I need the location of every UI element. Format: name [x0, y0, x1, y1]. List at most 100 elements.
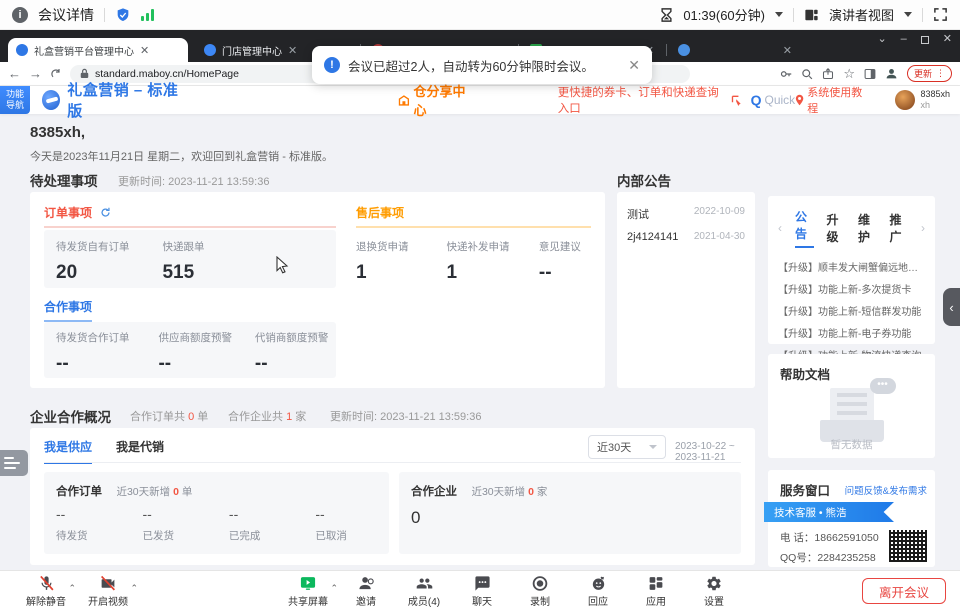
- sidebar-collapse-handle[interactable]: ‹: [943, 288, 960, 326]
- quick-search[interactable]: Q Quick: [751, 92, 796, 108]
- key-icon[interactable]: [780, 68, 792, 80]
- tab-close-icon[interactable]: ✕: [288, 44, 297, 57]
- tutorial-link[interactable]: 系统使用教程: [795, 84, 867, 116]
- meeting-info-icon[interactable]: i: [12, 7, 28, 23]
- stat-value: --: [142, 506, 224, 522]
- reactions-button[interactable]: 回应: [570, 575, 626, 608]
- empty-text: 暂无数据: [768, 437, 935, 452]
- notice-tab-announce[interactable]: 公告: [795, 208, 814, 248]
- stat-label: 快递跟单: [162, 239, 204, 254]
- announcement-date: 2022-10-09: [694, 206, 745, 222]
- view-mode-label[interactable]: 演讲者视图: [829, 5, 894, 24]
- tab-favicon: [678, 44, 690, 56]
- notice-tab-maintain[interactable]: 维护: [858, 211, 877, 245]
- notice-item[interactable]: 【升级】功能上新-电子券功能: [778, 325, 925, 340]
- invite-button[interactable]: 邀请: [338, 575, 394, 608]
- timer-dropdown-icon[interactable]: [775, 12, 783, 17]
- stat-label: 快递补发申请: [446, 239, 534, 254]
- menu-dots-icon: ⋮: [936, 68, 945, 79]
- user-chip[interactable]: 8385xh xh: [895, 89, 950, 111]
- restore-down-icon[interactable]: ⌄: [877, 34, 886, 45]
- browser-tab-active[interactable]: 礼盒营销平台管理中心 ✕: [8, 38, 188, 62]
- announcement-text: 2j4124141: [627, 231, 678, 243]
- tab-close-icon[interactable]: ✕: [783, 44, 792, 57]
- shield-check-icon[interactable]: [115, 7, 131, 23]
- apps-button[interactable]: 应用: [628, 575, 684, 608]
- announcement-date: 2021-04-30: [694, 231, 745, 243]
- settings-button[interactable]: 设置: [686, 575, 742, 608]
- sidepanel-icon[interactable]: [864, 68, 876, 80]
- share-center-link[interactable]: 仓分享中心: [398, 81, 473, 119]
- pending-updated: 更新时间: 2023-11-21 13:59:36: [118, 173, 269, 189]
- toast-close-icon[interactable]: ✕: [628, 57, 640, 74]
- notice-item[interactable]: 【升级】功能上新-多次提货卡: [778, 281, 925, 296]
- help-title: 帮助文档: [780, 364, 830, 383]
- chrome-update-button[interactable]: 更新 ⋮: [907, 65, 952, 82]
- network-signal-icon[interactable]: [141, 9, 154, 21]
- stat-value[interactable]: 1: [356, 262, 442, 284]
- members-button[interactable]: 成员(4): [396, 575, 452, 608]
- record-icon: [531, 575, 549, 592]
- meeting-details-label[interactable]: 会议详情: [38, 5, 94, 25]
- maximize-icon[interactable]: [921, 36, 929, 44]
- stat-value[interactable]: --: [56, 353, 148, 375]
- zoom-icon[interactable]: [801, 68, 813, 80]
- video-options-icon[interactable]: ⌃: [130, 583, 138, 594]
- close-window-icon[interactable]: ✕: [943, 34, 952, 45]
- chat-button[interactable]: 聊天: [454, 575, 510, 608]
- stat-value[interactable]: --: [539, 262, 581, 284]
- share-icon[interactable]: [822, 68, 834, 80]
- tab-close-icon[interactable]: ✕: [140, 44, 149, 57]
- start-video-button[interactable]: 开启视频 ⌃: [80, 575, 136, 608]
- select-arrow-icon: [649, 445, 657, 449]
- stat-value[interactable]: 515: [162, 262, 204, 284]
- feedback-link[interactable]: 问题反馈&发布需求: [845, 483, 927, 497]
- stat-value[interactable]: 20: [56, 262, 148, 284]
- tab-i-am-supplier[interactable]: 我是供应: [44, 438, 92, 464]
- coop-tab[interactable]: 合作事项: [44, 298, 92, 322]
- bookmark-star-icon[interactable]: ☆: [843, 66, 855, 82]
- leave-meeting-button[interactable]: 离开会议: [862, 578, 946, 604]
- announcement-item[interactable]: 测试 2022-10-09: [627, 206, 745, 222]
- tab-i-am-agent[interactable]: 我是代销: [116, 438, 164, 464]
- stat-label: 已发货: [142, 528, 224, 543]
- share-screen-button[interactable]: 共享屏幕 ⌃: [280, 575, 336, 608]
- profile-icon[interactable]: [885, 67, 898, 80]
- notice-item[interactable]: 【升级】功能上新-短信群发功能: [778, 303, 925, 318]
- tabs-prev-icon[interactable]: ‹: [778, 221, 782, 235]
- stat-label: 供应商额度预警: [158, 330, 250, 345]
- minimize-icon[interactable]: –: [901, 34, 907, 45]
- back-icon[interactable]: ←: [8, 66, 21, 81]
- range-select[interactable]: 近30天: [588, 435, 666, 459]
- function-nav-toggle[interactable]: 功能 导航: [0, 86, 30, 114]
- share-options-icon[interactable]: ⌃: [330, 583, 338, 594]
- stat-value[interactable]: --: [158, 353, 250, 375]
- aftersale-tab[interactable]: 售后事项: [356, 204, 404, 226]
- coop-company-total-unit: 家: [295, 411, 306, 423]
- share-screen-label: 共享屏幕: [288, 593, 328, 608]
- notice-tab-promo[interactable]: 推广: [890, 211, 909, 245]
- apps-icon: [647, 575, 665, 592]
- user-name: 8385xh: [920, 89, 950, 100]
- browser-tab-partial[interactable]: ✕: [670, 38, 800, 62]
- notice-tab-upgrade[interactable]: 升级: [827, 211, 846, 245]
- notice-item[interactable]: 【升级】顺丰发大闸蟹偏远地区不成功问...: [778, 259, 925, 274]
- stat-value[interactable]: 1: [446, 262, 534, 284]
- order-tab[interactable]: 订单事项: [44, 204, 92, 226]
- qq-label: QQ号：: [780, 552, 817, 564]
- tabs-next-icon[interactable]: ›: [921, 221, 925, 235]
- camera-off-icon: [98, 575, 118, 592]
- announcement-item[interactable]: 2j4124141 2021-04-30: [627, 231, 745, 243]
- fullscreen-icon[interactable]: [933, 7, 948, 22]
- mic-options-icon[interactable]: ⌃: [68, 583, 76, 594]
- record-button[interactable]: 录制: [512, 575, 568, 608]
- floating-menu-widget[interactable]: [0, 450, 28, 476]
- greeting-name: 8385xh,: [30, 124, 85, 141]
- unmute-button[interactable]: 解除静音 ⌃: [18, 575, 74, 608]
- reload-icon[interactable]: [50, 68, 62, 80]
- coop-companies-box: 合作企业 近30天新增 0 家 0: [399, 472, 741, 554]
- stat-value[interactable]: --: [255, 353, 329, 375]
- view-dropdown-icon[interactable]: [904, 12, 912, 17]
- forward-icon[interactable]: →: [29, 66, 42, 81]
- refresh-icon[interactable]: [100, 207, 111, 218]
